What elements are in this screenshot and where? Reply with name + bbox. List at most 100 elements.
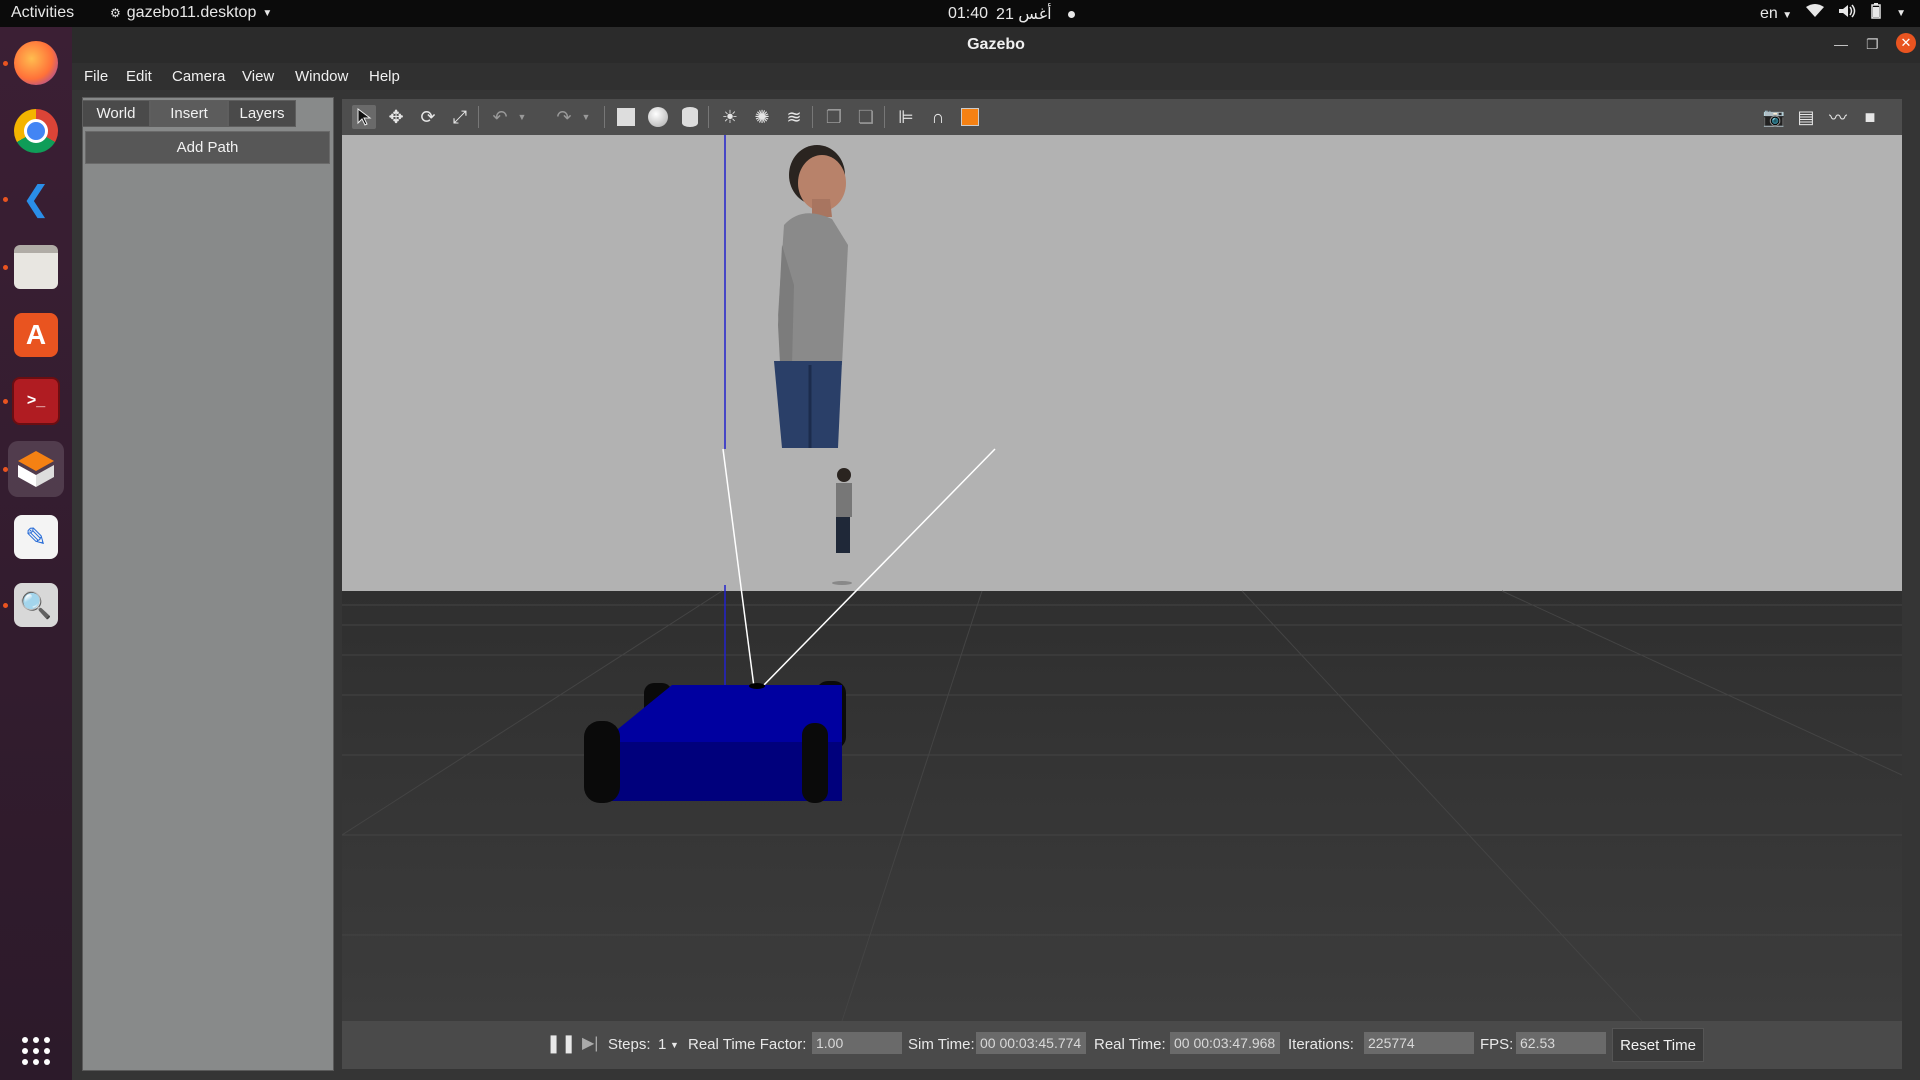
toolbar-separator [708,106,709,128]
scale-icon[interactable]: ⤢ [448,105,472,129]
battery-icon [1870,3,1882,24]
real-time-value: 00 00:03:47.968 [1170,1032,1280,1054]
sphere-shape-icon[interactable] [646,105,670,129]
align-icon[interactable]: ⊫ [894,105,918,129]
rotate-icon[interactable]: ⟳ [416,105,440,129]
vscode-icon: ❮ [21,180,51,218]
sim-time-value: 00 00:03:45.774 [976,1032,1086,1054]
dock-vscode[interactable]: ❮ [8,171,64,227]
dock-firefox[interactable] [8,35,64,91]
ubuntu-top-bar: Activities ⚙ gazebo11.desktop ▼ 01:40 21… [0,0,1920,27]
simulation-status-bar: ❚❚ ▶| Steps: 1 ▼ Real Time Factor: 1.00 … [342,1021,1902,1069]
dock-gazebo[interactable] [8,441,64,497]
translate-icon[interactable]: ✥ [384,105,408,129]
running-indicator [3,603,8,608]
menu-bar: File Edit Camera View Window Help [72,63,1920,90]
redo-icon[interactable]: ↷ [552,105,576,129]
cylinder-shape-icon[interactable] [678,105,702,129]
running-indicator [3,467,8,472]
dock-search[interactable]: 🔍 [8,577,64,633]
toolbar-separator [812,106,813,128]
app-menu-label: gazebo11.desktop [126,4,257,21]
menu-file[interactable]: File [84,68,108,85]
notification-dot-icon [1067,10,1075,18]
undo-dropdown-icon[interactable]: ▼ [510,105,534,129]
clock[interactable]: 01:40 21 أغس [948,4,1075,24]
copy-icon[interactable]: ❐ [822,105,846,129]
software-center-icon: A [14,313,58,357]
screenshot-icon[interactable]: 📷 [1762,105,1786,129]
step-icon[interactable]: ▶| [582,1033,598,1053]
ubuntu-dock: ❮ A >_ ✎ 🔍 [0,27,72,1080]
log-icon[interactable]: ▤ [1794,105,1818,129]
menu-edit[interactable]: Edit [126,68,152,85]
sim-time-label: Sim Time: [908,1036,975,1053]
paste-icon[interactable]: ❏ [854,105,878,129]
window-titlebar[interactable]: Gazebo — ❐ ✕ [72,27,1920,63]
toolbar-separator [478,106,479,128]
select-arrow-icon[interactable] [352,105,376,129]
minimize-button[interactable]: — [1834,36,1848,52]
maximize-button[interactable]: ❐ [1866,36,1879,53]
tab-world[interactable]: World [82,100,150,127]
steps-label: Steps: [608,1036,651,1053]
window-title: Gazebo [967,36,1025,53]
directional-light-icon[interactable]: ≋ [782,105,806,129]
gazebo-small-icon: ⚙ [110,6,121,20]
dock-terminal[interactable]: >_ [8,373,64,429]
show-applications-icon [22,1037,50,1065]
box-shape-icon[interactable] [614,105,638,129]
toolbar-separator [604,106,605,128]
menu-window[interactable]: Window [295,68,348,85]
show-applications-button[interactable] [8,1023,64,1079]
close-button[interactable]: ✕ [1896,33,1916,53]
sky-background [342,135,1902,591]
language-indicator[interactable]: en ▼ [1760,5,1792,23]
rtf-value: 1.00 [812,1032,902,1054]
dock-text-editor[interactable]: ✎ [8,509,64,565]
snap-icon[interactable]: ∩ [926,105,950,129]
running-indicator [3,61,8,66]
iterations-value: 225774 [1364,1032,1474,1054]
video-record-icon[interactable]: ■ [1858,105,1882,129]
dock-chrome[interactable] [8,103,64,159]
scene-render [342,135,1902,1021]
spot-light-icon[interactable]: ✺ [750,105,774,129]
iterations-label: Iterations: [1288,1036,1354,1053]
reset-time-button[interactable]: Reset Time [1612,1028,1704,1062]
dock-files[interactable] [8,239,64,295]
terminal-icon: >_ [12,377,60,425]
toolbar-separator [884,106,885,128]
undo-icon[interactable]: ↶ [488,105,512,129]
chevron-down-icon[interactable]: ▼ [670,1040,679,1050]
real-time-label: Real Time: [1094,1036,1166,1053]
fps-label: FPS: [1480,1036,1514,1053]
left-panel [82,97,334,1071]
tab-layers[interactable]: Layers [228,100,296,127]
point-light-icon[interactable]: ☀ [718,105,742,129]
search-magnifier-icon: 🔍 [14,583,58,627]
clock-time: 01:40 [948,5,989,22]
steps-value[interactable]: 1 [658,1036,666,1053]
menu-help[interactable]: Help [369,68,400,85]
running-indicator [3,399,8,404]
plot-icon[interactable]: 〰 [1826,105,1850,129]
clock-date: 21 أغس [996,6,1052,23]
redo-dropdown-icon[interactable]: ▼ [574,105,598,129]
app-menu[interactable]: ⚙ gazebo11.desktop ▼ [110,4,272,22]
3d-viewport[interactable] [342,135,1902,1021]
tab-insert[interactable]: Insert [150,100,228,127]
system-tray[interactable]: en ▼ ▼ [1760,3,1906,24]
view-angle-icon[interactable] [958,105,982,129]
pause-icon[interactable]: ❚❚ [546,1033,576,1054]
add-path-button[interactable]: Add Path [85,131,330,164]
activities-button[interactable]: Activities [11,4,74,22]
firefox-icon [14,41,58,85]
menu-camera[interactable]: Camera [172,68,225,85]
running-indicator [3,265,8,270]
menu-view[interactable]: View [242,68,274,85]
fps-value: 62.53 [1516,1032,1606,1054]
dock-software[interactable]: A [8,307,64,363]
running-indicator [3,197,8,202]
language-label: en [1759,4,1778,22]
